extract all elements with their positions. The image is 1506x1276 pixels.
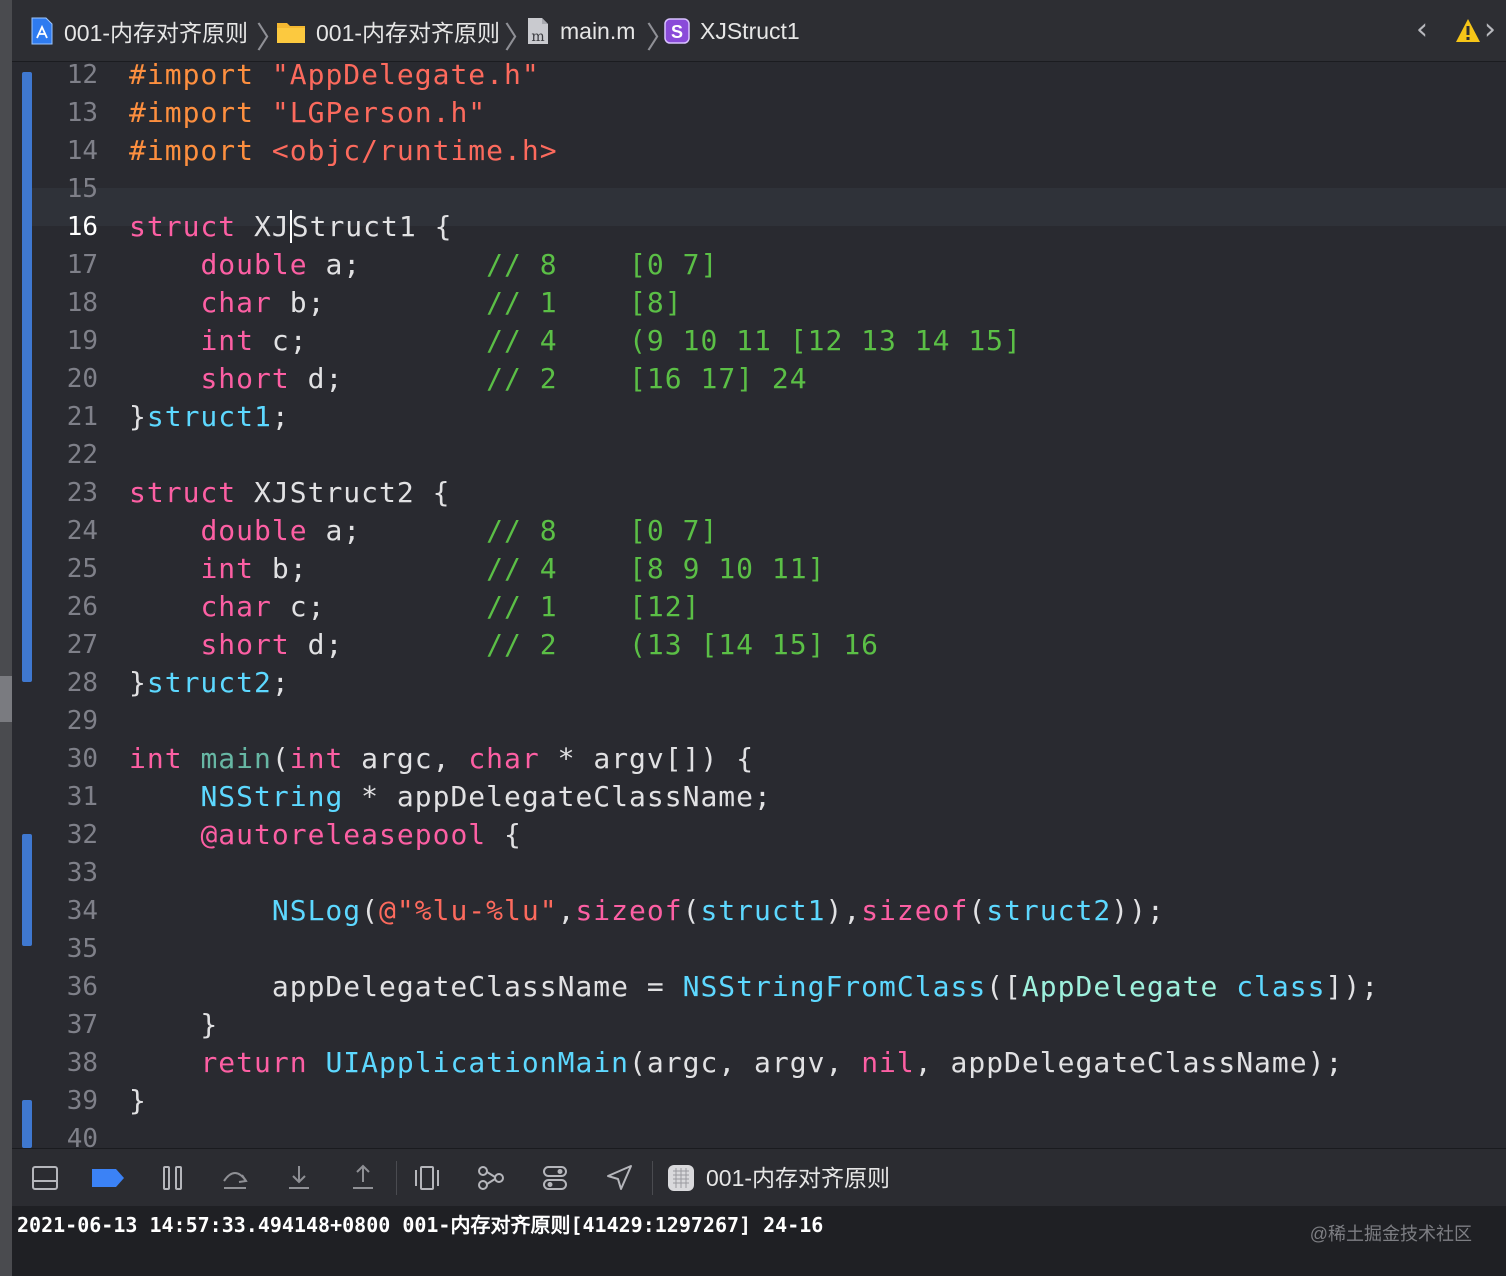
environment-overrides-icon[interactable] <box>540 1163 570 1193</box>
objc-file-icon: m <box>528 18 548 45</box>
warning-icon[interactable] <box>1455 18 1481 44</box>
watermark: @稀土掘金技术社区 <box>1309 1224 1472 1244</box>
folder-icon <box>277 23 305 43</box>
breakpoints-toggle-icon[interactable] <box>90 1163 126 1193</box>
xcode-project-icon <box>31 17 53 45</box>
line-number: 39 <box>66 1086 98 1116</box>
line-number: 13 <box>66 98 98 128</box>
line-number: 34 <box>66 896 98 926</box>
code-line[interactable]: char c; // 1 [12] <box>129 590 700 623</box>
line-number: 26 <box>66 592 98 622</box>
code-line[interactable]: int b; // 4 [8 9 10 11] <box>129 552 825 585</box>
line-number: 25 <box>66 554 98 584</box>
breadcrumb-project[interactable]: 001-内存对齐原则 <box>30 0 248 62</box>
console-area[interactable]: 2021-06-13 14:57:33.494148+0800 001-内存对齐… <box>12 1206 1506 1276</box>
breadcrumb-project-label: 001-内存对齐原则 <box>64 20 249 46</box>
window-scroll-thumb[interactable] <box>0 676 12 722</box>
code-line[interactable]: appDelegateClassName = NSStringFromClass… <box>129 970 1379 1003</box>
code-editor[interactable]: 12 13 14 15 16 17 18 19 20 21 22 23 24 25 26 27 28 29 30 31… <box>12 62 1506 1148</box>
code-line[interactable]: return UIApplicationMain(argc, argv, nil… <box>129 1046 1343 1079</box>
line-number: 14 <box>66 136 98 166</box>
code-line[interactable]: short d; // 2 [16 17] 24 <box>129 362 808 395</box>
line-number: 33 <box>66 858 98 888</box>
jump-bar: 001-内存对齐原则 〉 001-内存对齐原则 〉 m main.m 〉 S X… <box>12 0 1506 62</box>
breadcrumb-file-label: main.m <box>560 17 636 44</box>
line-number: 27 <box>66 630 98 660</box>
code-line[interactable]: struct XJStruct1 { <box>129 210 452 243</box>
line-number: 18 <box>66 288 98 318</box>
line-number: 16 <box>66 212 98 242</box>
line-number: 17 <box>66 250 98 280</box>
struct-symbol-icon: S <box>664 18 690 44</box>
line-number: 35 <box>66 934 98 964</box>
code-line[interactable]: struct XJStruct2 { <box>129 476 450 509</box>
scheme-name[interactable]: 001-内存对齐原则 <box>706 1163 890 1193</box>
line-number: 32 <box>66 820 98 850</box>
code-line[interactable]: NSString * appDelegateClassName; <box>129 780 772 813</box>
change-bar <box>22 834 32 946</box>
code-line[interactable]: short d; // 2 (13 [14 15] 16 <box>129 628 879 661</box>
line-number: 31 <box>66 782 98 812</box>
code-line[interactable]: }struct1; <box>129 400 290 433</box>
breadcrumb-file[interactable]: m main.m <box>526 0 635 62</box>
code-line[interactable]: #import "LGPerson.h" <box>129 96 486 129</box>
line-number: 12 <box>66 62 98 90</box>
svg-text:S: S <box>671 22 683 42</box>
memory-graph-icon[interactable] <box>476 1163 506 1193</box>
line-number: 38 <box>66 1048 98 1078</box>
code-line[interactable]: #import "AppDelegate.h" <box>129 62 540 91</box>
source-code[interactable]: #import "AppDelegate.h" #import "LGPerso… <box>129 62 1379 1120</box>
line-number: 37 <box>66 1010 98 1040</box>
view-hierarchy-icon[interactable] <box>412 1163 442 1193</box>
step-over-icon[interactable] <box>220 1163 250 1193</box>
line-number-gutter[interactable]: 12 13 14 15 16 17 18 19 20 21 22 23 24 25 26 27 28 29 30 31… <box>44 62 98 1148</box>
code-line[interactable]: @autoreleasepool { <box>129 818 522 851</box>
step-into-icon[interactable] <box>284 1163 314 1193</box>
line-number: 23 <box>66 478 98 508</box>
line-number: 21 <box>66 402 98 432</box>
hide-debug-area-icon[interactable] <box>30 1163 60 1193</box>
line-number: 22 <box>66 440 98 470</box>
code-line[interactable]: NSLog(@"%lu-%lu",sizeof(struct1),sizeof(… <box>129 894 1165 927</box>
line-number: 24 <box>66 516 98 546</box>
breadcrumb-symbol-label: XJStruct1 <box>700 17 800 44</box>
line-number: 15 <box>66 174 98 204</box>
location-icon[interactable] <box>604 1163 634 1193</box>
code-line[interactable]: double a; // 8 [0 7] <box>129 248 718 281</box>
code-line[interactable]: #import <objc/runtime.h> <box>129 134 558 167</box>
step-out-icon[interactable] <box>348 1163 378 1193</box>
console-output: 2021-06-13 14:57:33.494148+0800 001-内存对齐… <box>17 1213 824 1237</box>
line-number: 29 <box>66 706 98 736</box>
change-bar <box>22 1100 32 1148</box>
nav-back-button[interactable]: ‹ <box>1416 12 1428 47</box>
toolbar-divider <box>652 1161 653 1195</box>
pause-icon[interactable] <box>158 1163 188 1193</box>
change-bar <box>22 72 32 682</box>
code-line[interactable]: int main(int argc, char * argv[]) { <box>129 742 754 775</box>
code-line[interactable]: int c; // 4 (9 10 11 [12 13 14 15] <box>129 324 1022 357</box>
line-number: 20 <box>66 364 98 394</box>
svg-text:m: m <box>531 29 544 45</box>
window-edge <box>0 0 12 1276</box>
line-number: 30 <box>66 744 98 774</box>
debug-toolbar: 001-内存对齐原则 <box>12 1148 1506 1206</box>
app-target-icon[interactable] <box>666 1163 696 1193</box>
nav-forward-button[interactable]: › <box>1484 12 1496 47</box>
code-line[interactable]: }struct2; <box>129 666 290 699</box>
line-number: 19 <box>66 326 98 356</box>
breadcrumb-symbol[interactable]: S XJStruct1 <box>664 0 800 62</box>
line-number: 36 <box>66 972 98 1002</box>
code-line[interactable]: } <box>129 1084 147 1117</box>
line-number: 40 <box>66 1124 98 1148</box>
breadcrumb-folder-label: 001-内存对齐原则 <box>316 20 501 46</box>
code-line[interactable]: double a; // 8 [0 7] <box>129 514 718 547</box>
breadcrumb-folder[interactable]: 001-内存对齐原则 <box>276 0 500 62</box>
toolbar-divider <box>396 1161 397 1195</box>
code-line[interactable]: } <box>129 1008 218 1041</box>
line-number: 28 <box>66 668 98 698</box>
code-line[interactable]: char b; // 1 [8] <box>129 286 683 319</box>
